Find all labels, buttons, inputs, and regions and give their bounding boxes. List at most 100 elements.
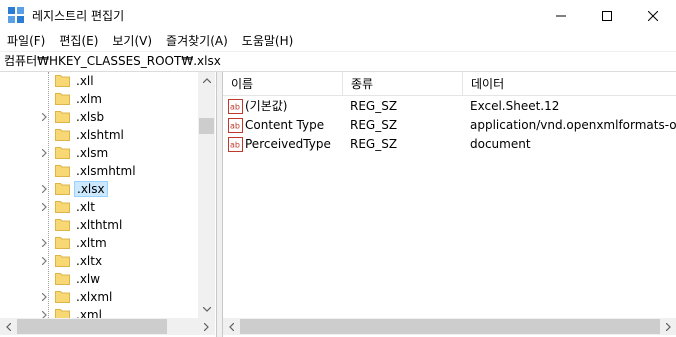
scroll-right-arrow[interactable] [660,318,676,335]
chevron-left-icon [229,322,234,331]
key-tree-pane: .xll .xlm .xlsb .xlshtml .xlsm .xlsmhtml .xlsx… [0,72,217,337]
list-hscroll-thumb[interactable] [240,319,660,334]
expand-chevron-icon[interactable] [38,111,50,123]
expand-chevron-icon[interactable] [38,291,50,303]
svg-text:ab: ab [230,141,240,150]
maximize-icon [602,10,612,21]
expand-chevron-icon[interactable] [38,201,50,213]
key-tree: .xll .xlm .xlsb .xlshtml .xlsm .xlsmhtml .xlsx… [0,72,198,318]
tree-item[interactable]: .xlthtml [0,216,198,234]
close-icon [648,10,658,21]
scroll-right-arrow[interactable] [198,318,215,335]
tree-item[interactable]: .xltx [0,252,198,270]
tree-item-label: .xlsx [74,181,108,197]
tree-item-label: .xlxml [76,290,113,304]
value-name: PerceivedType [245,137,331,151]
tree-item[interactable]: .xlw [0,270,198,288]
registry-editor-icon [8,7,24,23]
svg-text:ab: ab [230,122,240,131]
close-button[interactable] [630,0,676,31]
tree-item[interactable]: .xml [0,306,198,318]
tree-item-label: .xltx [76,254,103,268]
value-type: REG_SZ [350,118,398,132]
menu-edit[interactable]: 편집(E) [52,31,105,51]
tree-hscroll-thumb[interactable] [17,319,167,334]
tree-item[interactable]: .xlsb [0,108,198,126]
menu-view[interactable]: 보기(V) [105,31,159,51]
expand-chevron-icon[interactable] [38,255,50,267]
value-name: (기본값) [245,99,288,113]
scroll-down-arrow[interactable] [198,301,215,318]
tree-item-label: .xltm [76,236,107,250]
column-header-type[interactable]: 종류 [343,72,463,96]
list-horizontal-scrollbar[interactable] [223,318,676,335]
maximize-button[interactable] [584,0,630,31]
tree-item[interactable]: .xlsmhtml [0,162,198,180]
expand-chevron-icon[interactable] [38,183,50,195]
chevron-right-icon [666,322,671,331]
tree-item[interactable]: .xlt [0,198,198,216]
value-row[interactable]: ab PerceivedType REG_SZ document [223,135,676,154]
folder-icon [55,255,70,267]
tree-item[interactable]: .xlm [0,90,198,108]
value-name: Content Type [245,118,325,132]
minimize-button[interactable] [538,0,584,31]
tree-item[interactable]: .xltm [0,234,198,252]
tree-vscroll-thumb[interactable] [199,118,214,134]
expand-chevron-icon[interactable] [38,309,50,318]
chevron-down-icon [202,307,211,312]
folder-icon [55,201,70,213]
address-bar[interactable]: 컴퓨터₩HKEY_CLASSES_ROOT₩.xlsx [0,51,676,72]
svg-text:ab: ab [230,103,240,112]
tree-item-label: .xml [76,308,102,318]
folder-icon [55,147,70,159]
tree-vertical-scrollbar[interactable] [198,72,215,318]
value-type: REG_SZ [350,137,398,151]
values-pane: 이름 종류 데이터 ab (기본값) REG_SZ Excel.Sheet.12… [222,72,676,337]
folder-icon [55,291,70,303]
tree-item-label: .xlthtml [76,218,123,232]
tree-item-label: .xlsm [76,146,109,160]
folder-icon [55,309,70,318]
folder-icon [55,129,70,141]
string-value-icon: ab [228,137,243,152]
folder-icon [55,183,70,195]
tree-item[interactable]: .xll [0,72,198,90]
tree-item[interactable]: .xlshtml [0,126,198,144]
expand-chevron-icon[interactable] [38,147,50,159]
menu-help[interactable]: 도움말(H) [235,31,301,51]
tree-horizontal-scrollbar[interactable] [0,318,215,335]
column-header-name[interactable]: 이름 [223,72,343,96]
value-row[interactable]: ab Content Type REG_SZ application/vnd.o… [223,116,676,135]
scroll-left-arrow[interactable] [223,318,240,335]
tree-item-label: .xlsmhtml [76,164,136,178]
folder-icon [55,219,70,231]
scroll-up-arrow[interactable] [198,72,215,89]
tree-item-label: .xlsb [76,110,105,124]
string-value-icon: ab [228,118,243,133]
title-bar: 레지스트리 편집기 [0,0,676,31]
folder-icon [55,93,70,105]
tree-item[interactable]: .xlxml [0,288,198,306]
tree-item-label: .xlw [76,272,101,286]
window-title: 레지스트리 편집기 [32,9,125,23]
tree-item-label: .xlm [76,92,102,106]
value-row[interactable]: ab (기본값) REG_SZ Excel.Sheet.12 [223,97,676,116]
folder-icon [55,273,70,285]
folder-icon [55,165,70,177]
chevron-right-icon [204,322,209,331]
column-header-data[interactable]: 데이터 [463,72,676,96]
expand-chevron-icon[interactable] [38,237,50,249]
value-data: Excel.Sheet.12 [470,99,560,113]
folder-icon [55,111,70,123]
scroll-left-arrow[interactable] [0,318,17,335]
menu-file[interactable]: 파일(F) [0,31,52,51]
tree-item[interactable]: .xlsm [0,144,198,162]
folder-icon [55,237,70,249]
string-value-icon: ab [228,99,243,114]
menu-bar: 파일(F) 편집(E) 보기(V) 즐겨찾기(A) 도움말(H) [0,31,676,51]
menu-favorites[interactable]: 즐겨찾기(A) [159,31,235,51]
chevron-up-icon [202,78,211,83]
tree-item[interactable]: .xlsx [0,180,198,198]
tree-item-label: .xlshtml [76,128,124,142]
